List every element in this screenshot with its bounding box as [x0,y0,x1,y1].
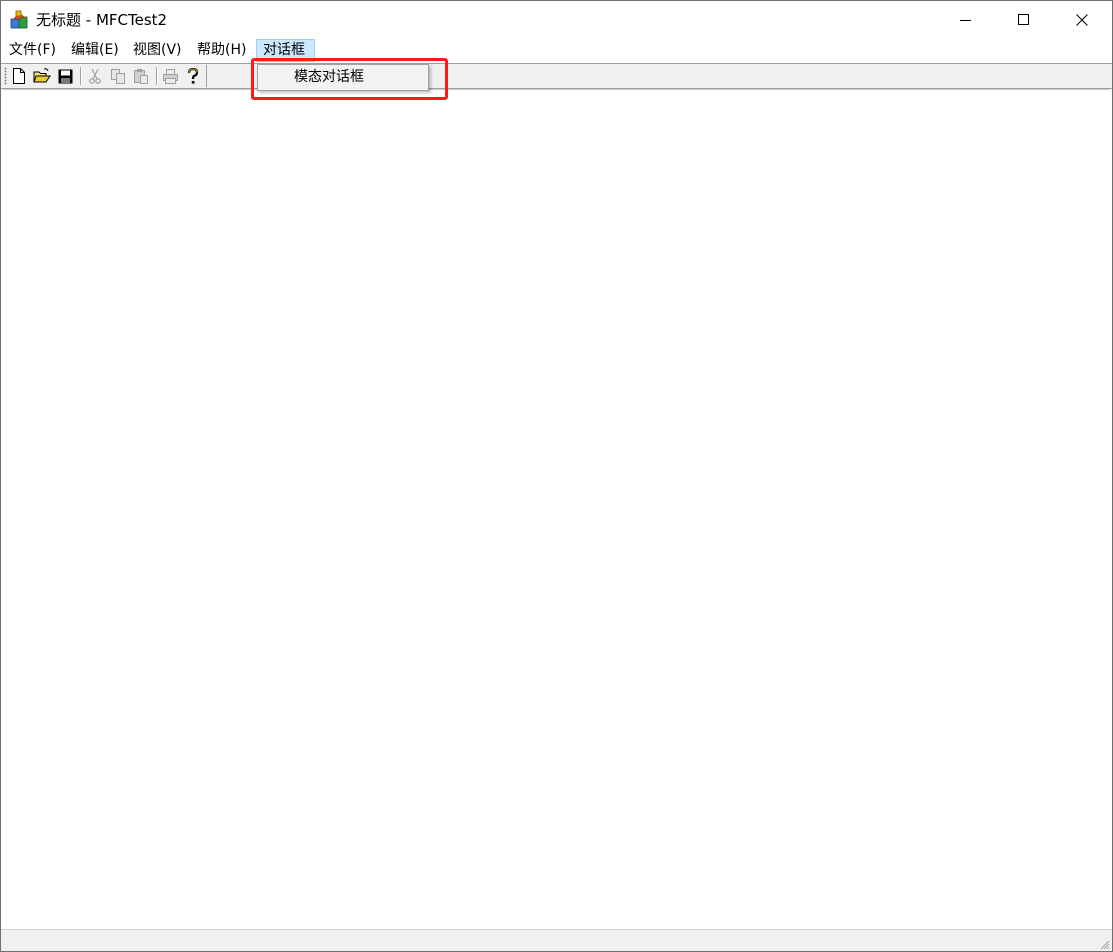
toolbar-separator [80,67,82,85]
window-title: 无标题 - MFCTest2 [36,11,168,29]
print-button[interactable] [161,67,179,85]
menu-file[interactable]: 文件(F) [2,39,64,62]
open-folder-icon [33,68,51,83]
menu-bar: 文件(F) 编辑(E) 视图(V) 帮助(H) 对话框 [1,39,1112,63]
main-window: 无标题 - MFCTest2 文件(F) 编辑(E) 视图(V) 帮助(H) 对… [0,0,1113,952]
title-bar[interactable]: 无标题 - MFCTest2 [1,1,1112,39]
cut-icon [89,68,101,84]
close-icon [1076,14,1088,26]
toolbar-grip[interactable] [4,67,7,85]
save-icon [58,69,72,83]
open-file-button[interactable] [33,67,51,85]
menu-view[interactable]: 视图(V) [126,39,190,62]
cut-button[interactable] [86,67,104,85]
save-button[interactable] [56,67,74,85]
new-file-icon [13,68,25,84]
maximize-button[interactable] [995,1,1053,39]
copy-icon [111,69,125,84]
highlight-annotation [251,58,448,100]
status-bar [1,929,1112,951]
help-icon [187,67,199,84]
maximize-icon [1018,14,1029,25]
paste-button[interactable] [132,67,150,85]
menu-help[interactable]: 帮助(H) [190,39,256,62]
document-view[interactable] [3,89,1110,928]
menu-edit[interactable]: 编辑(E) [64,39,126,62]
copy-button[interactable] [109,67,127,85]
toolbar-separator [156,67,158,85]
minimize-button[interactable] [937,1,995,39]
new-file-button[interactable] [10,67,28,85]
paste-icon [134,69,148,84]
resize-grip-icon[interactable] [1098,938,1110,950]
toolbar-end-separator [206,65,207,87]
mfc-app-icon[interactable] [10,10,30,30]
help-button[interactable] [184,67,202,85]
close-button[interactable] [1053,1,1111,39]
print-icon [162,69,178,84]
toolbar [1,63,1112,89]
minimize-icon [960,20,971,21]
